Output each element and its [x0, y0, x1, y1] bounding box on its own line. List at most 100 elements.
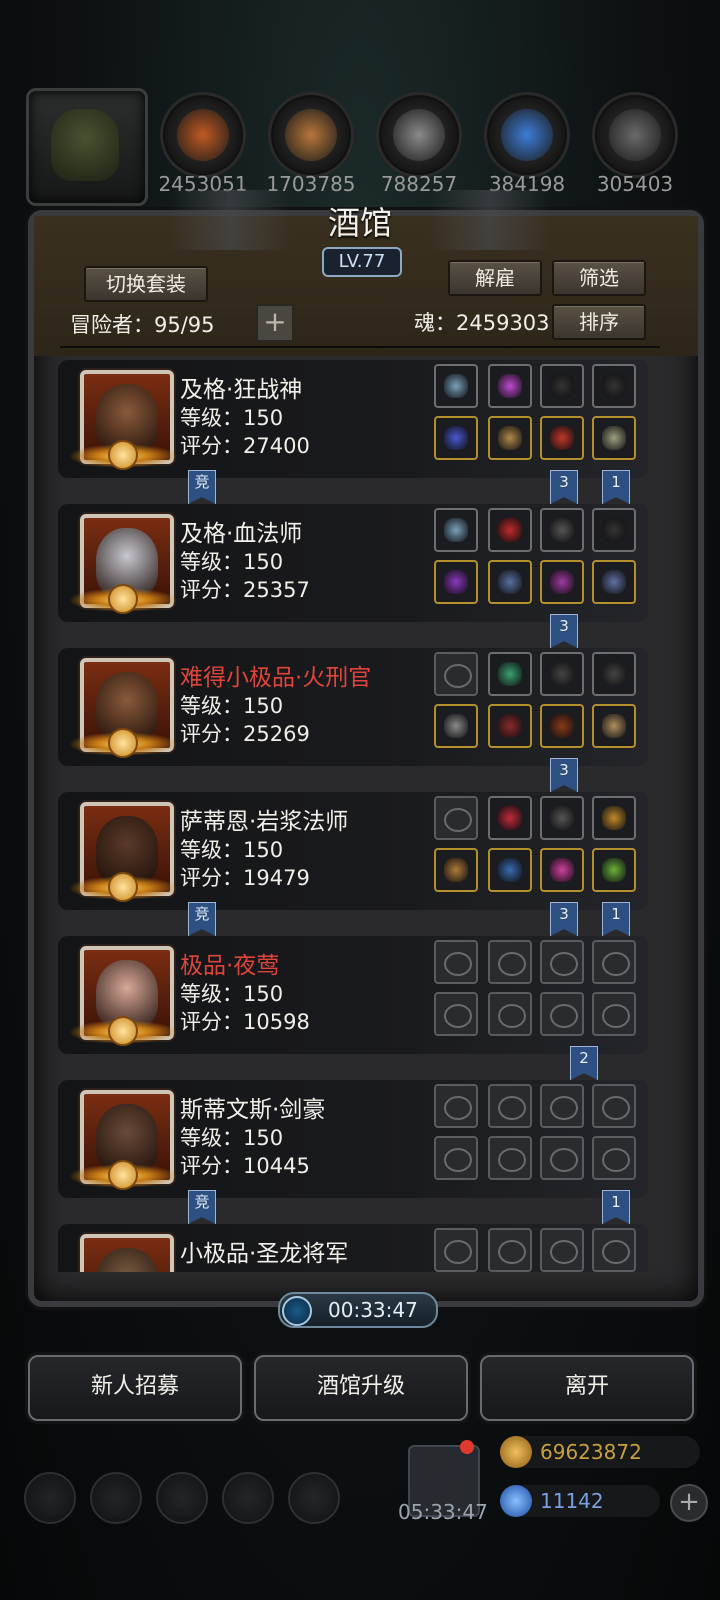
- equipment-slot[interactable]: [540, 940, 584, 984]
- resource-1[interactable]: [268, 92, 354, 178]
- achievement-icon[interactable]: [90, 1472, 142, 1524]
- hero-level: 等级：150: [180, 982, 284, 1006]
- equipment-slot[interactable]: [540, 364, 584, 408]
- equipment-slot[interactable]: [592, 1228, 636, 1272]
- equipment-slot[interactable]: [540, 416, 584, 460]
- equipment-slot[interactable]: [592, 848, 636, 892]
- equipment-slot[interactable]: [434, 508, 478, 552]
- equipment-icon: [498, 714, 522, 738]
- wood-icon: [285, 109, 337, 161]
- equipment-slot[interactable]: [592, 992, 636, 1036]
- hero-card[interactable]: 斯蒂文斯·剑豪 等级：150 评分：10445 竞 1: [58, 1080, 648, 1224]
- switch-set-button[interactable]: 切换套装: [84, 266, 208, 302]
- equipment-slot[interactable]: [488, 1228, 532, 1272]
- equipment-slot[interactable]: [592, 796, 636, 840]
- hero-card[interactable]: 极品·夜莺 等级：150 评分：10598 2: [58, 936, 648, 1080]
- leave-button[interactable]: 离开: [480, 1355, 694, 1421]
- equipment-slot[interactable]: [540, 1136, 584, 1180]
- equipment-slot[interactable]: [488, 1136, 532, 1180]
- sort-button[interactable]: 排序: [552, 304, 646, 340]
- equipment-icon: [602, 570, 626, 594]
- equipment-slot[interactable]: [540, 560, 584, 604]
- dismiss-button[interactable]: 解雇: [448, 260, 542, 296]
- equipment-slot[interactable]: [540, 796, 584, 840]
- equipment-slot[interactable]: [592, 704, 636, 748]
- filter-button[interactable]: 筛选: [552, 260, 646, 296]
- equipment-slot[interactable]: [434, 1136, 478, 1180]
- left-ornament: [170, 190, 290, 250]
- hero-card[interactable]: 及格·狂战神 等级：150 评分：27400 竞 3 1: [58, 360, 648, 504]
- hero-name: 萨蒂恩·岩浆法师: [180, 809, 349, 835]
- settings-icon[interactable]: [24, 1472, 76, 1524]
- add-currency-button[interactable]: +: [670, 1484, 708, 1522]
- equipment-slot[interactable]: [540, 1084, 584, 1128]
- hero-card[interactable]: 难得小极品·火刑官 等级：150 评分：25269 3: [58, 648, 648, 792]
- map-icon[interactable]: [156, 1472, 208, 1524]
- equipment-slot[interactable]: [592, 416, 636, 460]
- equipment-slot[interactable]: [434, 992, 478, 1036]
- equipment-slot[interactable]: [488, 704, 532, 748]
- equipment-slot[interactable]: [434, 364, 478, 408]
- equipment-slot[interactable]: [592, 652, 636, 696]
- equipment-slot[interactable]: [434, 704, 478, 748]
- equipment-slot[interactable]: [488, 416, 532, 460]
- add-adventurer-slot-button[interactable]: +: [256, 304, 294, 342]
- equipment-slot[interactable]: [592, 560, 636, 604]
- equipment-slot[interactable]: [540, 992, 584, 1036]
- equipment-slot[interactable]: [488, 992, 532, 1036]
- equipment-slot[interactable]: [434, 652, 478, 696]
- hero-card[interactable]: 萨蒂恩·岩浆法师 等级：150 评分：19479 竞 3 1: [58, 792, 648, 936]
- equipment-slot[interactable]: [488, 364, 532, 408]
- equipment-slot[interactable]: [592, 508, 636, 552]
- equipment-slot[interactable]: [592, 364, 636, 408]
- equipment-slot[interactable]: [434, 1228, 478, 1272]
- ore-icon: [609, 109, 661, 161]
- hero-card[interactable]: 小极品·圣龙将军: [58, 1224, 648, 1272]
- upgrade-tavern-button[interactable]: 酒馆升级: [254, 1355, 468, 1421]
- equipment-slot[interactable]: [488, 652, 532, 696]
- resource-3[interactable]: [484, 92, 570, 178]
- equipment-slot[interactable]: [434, 940, 478, 984]
- equipment-icon: [550, 570, 574, 594]
- resource-2[interactable]: [376, 92, 462, 178]
- equipment-slot[interactable]: [592, 1084, 636, 1128]
- empty-slot-icon: [444, 1096, 472, 1120]
- equipment-slot[interactable]: [434, 848, 478, 892]
- equipment-slot[interactable]: [434, 1084, 478, 1128]
- equipment-slot[interactable]: [488, 508, 532, 552]
- empty-slot-icon: [602, 1148, 630, 1172]
- resource-0[interactable]: [160, 92, 246, 178]
- hero-card[interactable]: 及格·血法师 等级：150 评分：25357 3: [58, 504, 648, 648]
- equipment-slot[interactable]: [434, 560, 478, 604]
- equipment-icon: [602, 426, 626, 450]
- equipment-slot[interactable]: [592, 940, 636, 984]
- empty-slot-icon: [498, 952, 526, 976]
- equipment-slot[interactable]: [488, 560, 532, 604]
- equipment-icon: [602, 518, 626, 542]
- equipment-slot[interactable]: [540, 1228, 584, 1272]
- recruit-button[interactable]: 新人招募: [28, 1355, 242, 1421]
- equipment-slot[interactable]: [592, 1136, 636, 1180]
- resource-4[interactable]: [592, 92, 678, 178]
- equipment-slot[interactable]: [540, 704, 584, 748]
- shield-icon[interactable]: [288, 1472, 340, 1524]
- equipment-slot[interactable]: [540, 508, 584, 552]
- player-avatar[interactable]: [26, 88, 148, 206]
- rank-medal-icon: [108, 1160, 138, 1190]
- equipment-slot[interactable]: [488, 940, 532, 984]
- equipment-slot[interactable]: [488, 796, 532, 840]
- equipment-slot[interactable]: [434, 416, 478, 460]
- count-tag: 3: [550, 758, 578, 792]
- empty-slot-icon: [550, 1148, 578, 1172]
- mail-icon[interactable]: [222, 1472, 274, 1524]
- equipment-slot[interactable]: [434, 796, 478, 840]
- hero-score: 评分：25269: [180, 722, 310, 746]
- hero-portrait[interactable]: [80, 1234, 174, 1272]
- equipment-slot[interactable]: [488, 1084, 532, 1128]
- equipment-slot[interactable]: [488, 848, 532, 892]
- rank-medal-icon: [108, 440, 138, 470]
- hero-list[interactable]: 及格·狂战神 等级：150 评分：27400 竞 3 1 及格·血法师 等级：150 评分：25…: [58, 360, 660, 1272]
- equipment-slot[interactable]: [540, 848, 584, 892]
- equipment-slot[interactable]: [540, 652, 584, 696]
- equipment-icon: [444, 570, 468, 594]
